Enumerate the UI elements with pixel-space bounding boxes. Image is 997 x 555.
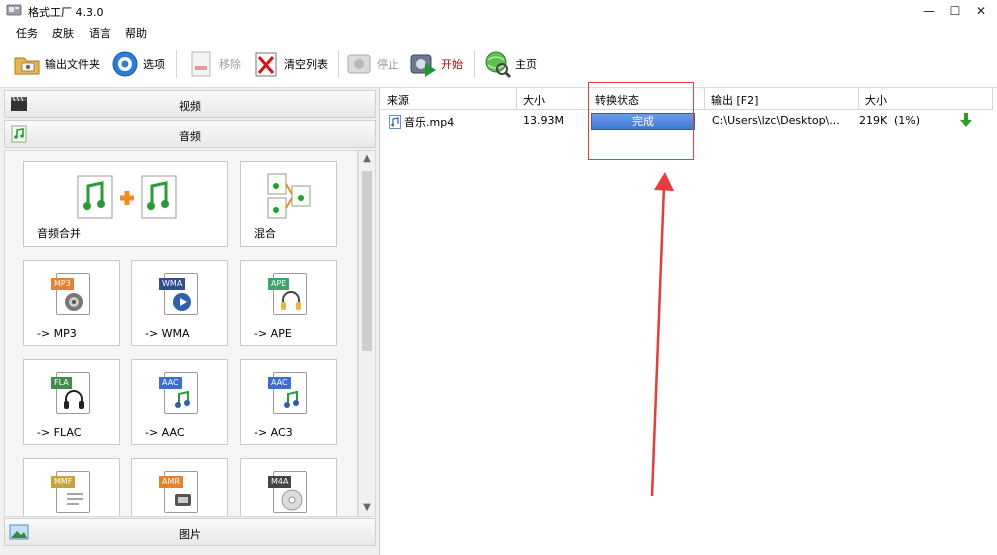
annotation-arrow xyxy=(650,172,674,497)
